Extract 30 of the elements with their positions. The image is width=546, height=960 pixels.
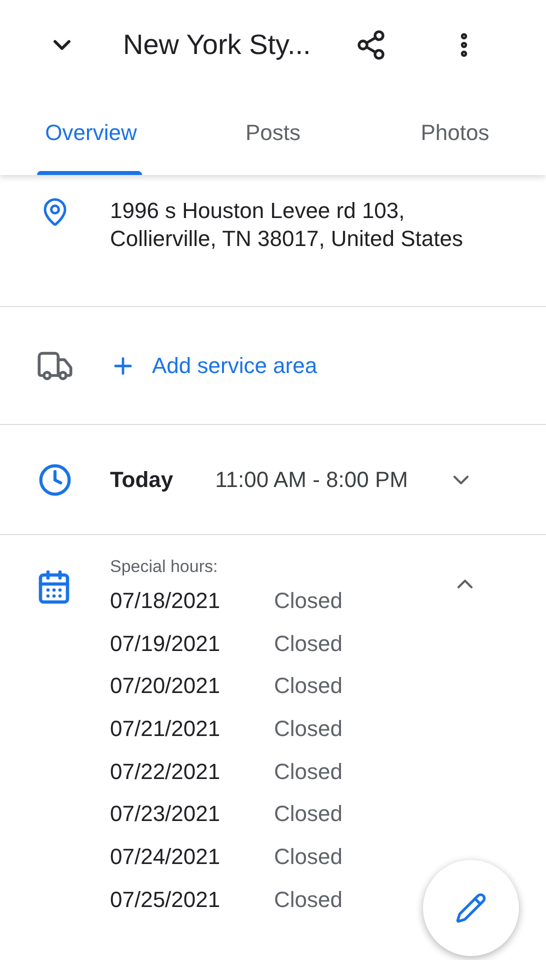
special-status: Closed	[274, 886, 342, 914]
special-date: 07/19/2021	[110, 630, 222, 658]
special-hours-label: Special hours:	[110, 556, 219, 578]
special-status: Closed	[274, 758, 342, 786]
special-status: Closed	[274, 714, 342, 743]
special-status: Closed	[274, 672, 342, 700]
special-date: 07/24/2021	[110, 842, 222, 871]
place-title: New York Sty...	[123, 28, 311, 62]
special-date: 07/20/2021	[110, 672, 222, 700]
special-date: 07/21/2021	[110, 714, 222, 743]
pencil-icon	[455, 892, 487, 924]
special-status: Closed	[274, 800, 342, 828]
special-date: 07/25/2021	[110, 886, 222, 914]
special-status: Closed	[274, 630, 342, 658]
special-status: Closed	[274, 586, 342, 615]
calendar-icon	[36, 569, 72, 605]
edit-fab[interactable]	[423, 860, 519, 956]
address-text: 1996 s Houston Levee rd 103, Collierville, TN 38017, United States	[110, 197, 464, 253]
hours-time: 11:00 AM - 8:00 PM	[215, 466, 408, 494]
special-date: 07/18/2021	[110, 586, 222, 615]
special-date: 07/23/2021	[110, 800, 222, 828]
add-service-area-link[interactable]: Add service area	[152, 349, 318, 382]
clock-icon	[38, 462, 72, 496]
tab[interactable]: Photos	[364, 90, 546, 175]
special-status: Closed	[274, 842, 342, 871]
special-date: 07/22/2021	[110, 758, 222, 786]
tab[interactable]: Overview	[0, 90, 182, 175]
hours-day: Today	[110, 463, 174, 496]
share-icon[interactable]	[354, 29, 387, 61]
tab[interactable]: Posts	[182, 90, 364, 175]
